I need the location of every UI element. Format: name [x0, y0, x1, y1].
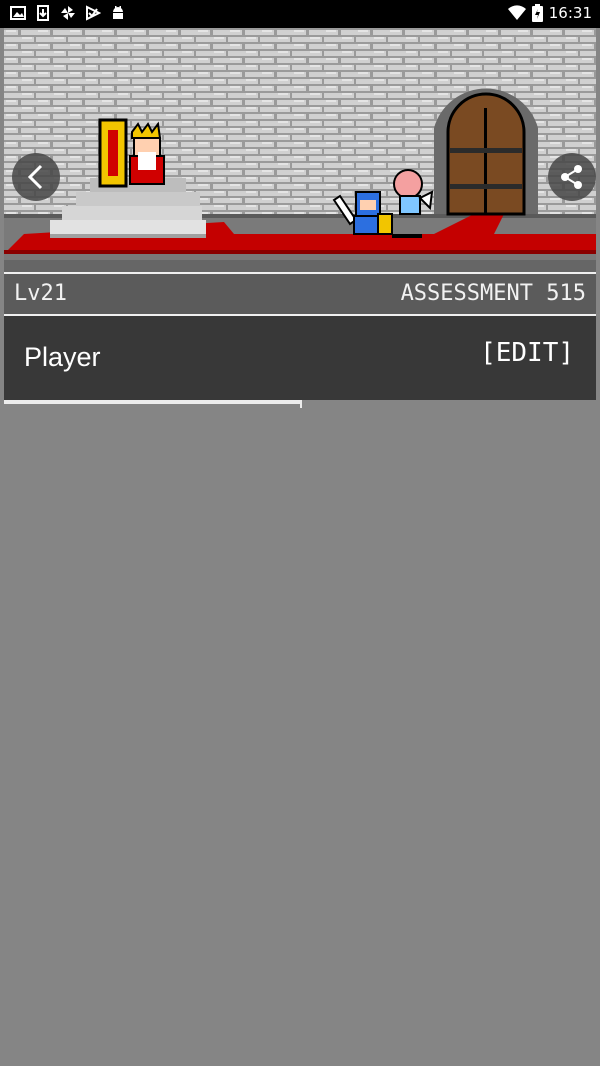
king-sprite: [129, 121, 165, 185]
tab-indicator: [4, 400, 302, 404]
castle-scene: [4, 28, 596, 272]
system-icons: 16:31: [507, 4, 592, 22]
assessment-label: ASSESSMENT 515: [400, 281, 586, 306]
download-icon: [37, 5, 49, 21]
pinwheel-icon: [61, 6, 75, 20]
status-bar: 16:31: [0, 0, 600, 28]
player-name: Player: [24, 342, 101, 372]
clock: 16:31: [548, 4, 592, 22]
castle-door: [434, 88, 538, 216]
share-button[interactable]: [548, 153, 596, 201]
notification-icons: [10, 5, 126, 21]
android-icon: [113, 6, 123, 19]
game-scene: [4, 28, 596, 272]
stats-bar: Lv21 ASSESSMENT 515: [4, 272, 596, 316]
level-label: Lv21: [14, 281, 67, 306]
wifi-icon: [507, 5, 526, 21]
chevron-left-icon: [27, 164, 43, 190]
player-name-bar: Player [EDIT]: [4, 316, 596, 400]
share-icon: [561, 165, 582, 189]
check-arrow-icon: [86, 5, 101, 21]
back-button[interactable]: [12, 153, 60, 201]
image-icon: [10, 6, 26, 20]
throne-sprite: [98, 118, 128, 188]
battery-charging-icon: [531, 4, 543, 22]
edit-button[interactable]: [EDIT]: [480, 338, 574, 368]
tab-divider: [300, 400, 302, 408]
